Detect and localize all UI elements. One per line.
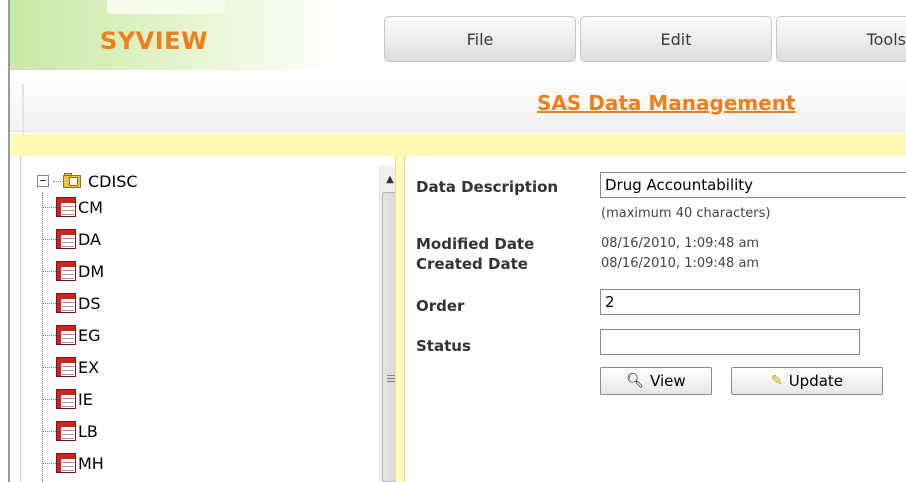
grip-line <box>387 381 395 382</box>
tree-item-ex[interactable]: EX <box>42 354 99 380</box>
tree-item-label: EX <box>78 357 100 377</box>
order-input[interactable] <box>600 289 860 315</box>
separator-band <box>10 134 906 156</box>
title-divider <box>22 84 24 136</box>
tree-item-ds[interactable]: DS <box>42 290 100 316</box>
tree-connector <box>42 270 56 272</box>
tree-connector <box>42 462 56 464</box>
collapse-icon[interactable] <box>37 175 49 187</box>
dataset-icon <box>56 197 76 217</box>
menu-tools[interactable]: Tools <box>776 16 906 62</box>
page-title[interactable]: SAS Data Management <box>537 91 796 115</box>
tree-panel: CDISC CM DA DM DS EG EX IE LB MH ▲ <box>20 156 399 482</box>
update-button[interactable]: ✎ Update <box>731 367 883 395</box>
tree-item-ie[interactable]: IE <box>42 386 93 412</box>
tree-connector <box>42 238 56 240</box>
tree-connector <box>53 180 61 182</box>
tree-connector <box>42 366 56 368</box>
library-folder-icon <box>63 173 83 189</box>
dataset-icon <box>56 421 76 441</box>
tree-item-dm[interactable]: DM <box>42 258 104 284</box>
panel-splitter[interactable] <box>395 156 405 482</box>
created-date-label: Created Date <box>416 255 528 273</box>
tree-item-label: DA <box>78 229 101 249</box>
tree-root-label: CDISC <box>88 171 138 191</box>
menu-file[interactable]: File <box>384 16 576 62</box>
tree-connector <box>42 302 56 304</box>
grip-line <box>387 378 395 379</box>
modified-date-value: 08/16/2010, 1:09:48 am <box>601 236 760 251</box>
tree-item-cm[interactable]: CM <box>42 194 103 220</box>
app-logo[interactable]: SYVIEW <box>100 27 208 55</box>
tree-item-da[interactable]: DA <box>42 226 101 252</box>
tree-item-label: DM <box>78 261 105 281</box>
data-description-input[interactable] <box>600 172 906 198</box>
tree-item-label: LB <box>78 421 98 441</box>
tree-item-eg[interactable]: EG <box>42 322 101 348</box>
logo-area: SYVIEW <box>10 0 340 70</box>
menu-edit[interactable]: Edit <box>580 16 772 62</box>
menu-bar: File Edit Tools <box>384 16 906 62</box>
tree-connector <box>42 398 56 400</box>
tree-connector <box>42 430 56 432</box>
tree-item-label: EG <box>78 325 101 345</box>
pencil-icon: ✎ <box>770 373 783 389</box>
dataset-icon <box>56 229 76 249</box>
tree-item-label: CM <box>78 197 103 217</box>
modified-date-label: Modified Date <box>416 235 535 253</box>
dataset-icon <box>56 261 76 281</box>
tree-connector <box>42 206 56 208</box>
dataset-icon <box>56 293 76 313</box>
dataset-icon <box>56 325 76 345</box>
tree-item-label: DS <box>78 293 101 313</box>
tree-item-label: IE <box>78 389 93 409</box>
tree-item-lb[interactable]: LB <box>42 418 98 444</box>
view-button[interactable]: 🔍︎ View <box>600 367 712 395</box>
dataset-details-panel: Data Description (maximum 40 characters)… <box>405 156 906 482</box>
status-input[interactable] <box>600 329 860 355</box>
order-label: Order <box>416 297 465 315</box>
max-length-hint: (maximum 40 characters) <box>601 206 771 221</box>
dataset-icon <box>56 389 76 409</box>
grip-line <box>387 375 395 376</box>
view-button-label: View <box>650 372 686 390</box>
dataset-icon <box>56 357 76 377</box>
tree-connector <box>42 334 56 336</box>
logo-tab <box>107 0 225 14</box>
tree-item-label: MH <box>78 453 104 473</box>
tree-item-mh[interactable]: MH <box>42 450 104 476</box>
magnifier-icon: 🔍︎ <box>626 373 645 389</box>
dataset-icon <box>56 453 76 473</box>
tree-root-cdisc[interactable]: CDISC <box>37 170 138 192</box>
data-description-label: Data Description <box>416 178 559 196</box>
created-date-value: 08/16/2010, 1:09:48 am <box>601 256 760 271</box>
update-button-label: Update <box>788 372 844 390</box>
status-label: Status <box>416 337 471 355</box>
